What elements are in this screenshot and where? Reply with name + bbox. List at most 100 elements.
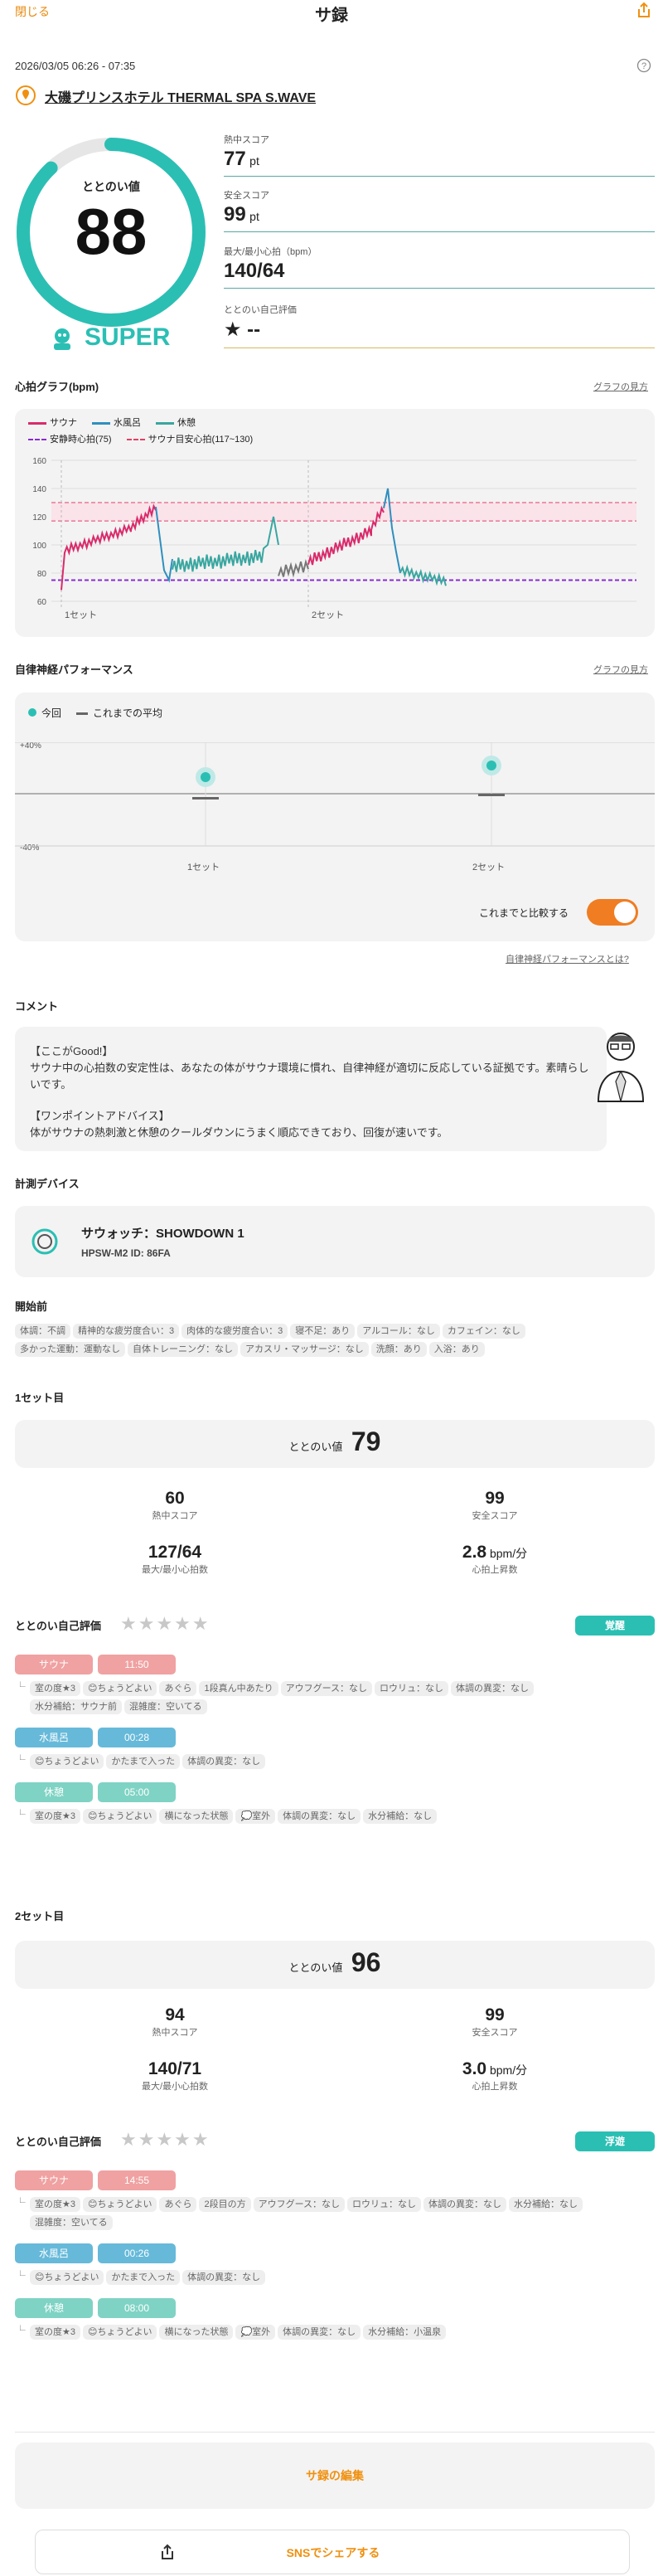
- phase-duration: 14:55: [98, 2170, 176, 2190]
- facility-link[interactable]: 大磯プリンスホテル THERMAL SPA S.WAVE: [45, 86, 316, 106]
- location-icon: [15, 85, 36, 110]
- sns-share-button[interactable]: SNSでシェアする: [35, 2530, 630, 2574]
- phase-tags: ∟ 室の度★3 😊ちょうどよい あぐら 1段真ん中あたり アウフグース：なし ロウリュ：なし…: [15, 1679, 612, 1716]
- stat-label: 心拍上昇数: [472, 1565, 518, 1575]
- set-label: 1セット: [65, 610, 97, 620]
- ans-now-point-2: [486, 761, 496, 770]
- set2-star-rating[interactable]: ★★★★★: [120, 2129, 211, 2151]
- set2-totonoi-value: 96: [351, 1947, 381, 1977]
- condition-tag: 精神的な疲労度合い：3: [73, 1324, 180, 1339]
- stat-unit: bpm/分: [486, 2063, 528, 2077]
- set1-star-rating[interactable]: ★★★★★: [120, 1613, 211, 1635]
- phase-tag: 水分補給：なし: [509, 2197, 583, 2212]
- stat-item: 60 熱中スコア: [15, 1489, 335, 1522]
- legend-sauna: サウナ: [28, 416, 77, 429]
- y-tick-label: 100: [32, 542, 46, 551]
- hr-graph-help-link[interactable]: グラフの見方: [593, 380, 648, 393]
- phase-tags: ∟ 室の度★3 😊ちょうどよい 横になった状態 💭室外 体調の異変：なし 水分補給：なし: [15, 1807, 612, 1825]
- phase-tags: ∟ 室の度★3 😊ちょうどよい あぐら 2段目の方 アウフグース：なし ロウリュ：なし 体調の…: [15, 2195, 612, 2232]
- help-icon[interactable]: ?: [636, 58, 651, 77]
- edit-card[interactable]: サ録の編集: [15, 2442, 655, 2509]
- phase-tag: 😊ちょうどよい: [82, 1681, 157, 1696]
- watch-icon: [30, 1227, 60, 1261]
- stat-value: 127/64: [148, 1543, 202, 1562]
- stat-label: 最大/最小心拍数: [141, 1565, 209, 1575]
- set1-eval-label: ととのい自己評価: [15, 1620, 101, 1632]
- ans-what-link[interactable]: 自律神経パフォーマンスとは?: [506, 952, 629, 965]
- set2-totonoi-label: ととのい値: [288, 1961, 343, 1974]
- phase-tag: 体調の異変：なし: [182, 2270, 266, 2285]
- phase-tag: 室の度★3: [30, 1681, 80, 1696]
- stat-item: 3.0 bpm/分 心拍上昇数: [335, 2059, 655, 2092]
- totonoi-value: 88: [75, 195, 148, 268]
- phase-name: 水風呂: [15, 2243, 93, 2263]
- condition-tag: 多かった運動：運動なし: [15, 1342, 125, 1357]
- phase-name: 水風呂: [15, 1728, 93, 1747]
- score-unit: pt: [249, 210, 259, 223]
- phase-duration: 11:50: [98, 1655, 176, 1674]
- score-item-self-eval: ととのい自己評価 ★ --: [224, 303, 297, 342]
- phase-name: 休憩: [15, 2298, 93, 2318]
- condition-tag: アルコール：なし: [357, 1324, 440, 1339]
- stat-item: 99 安全スコア: [335, 1489, 655, 1522]
- set2-phases: サウナ 14:55 ∟ 室の度★3 😊ちょうどよい あぐら 2段目の方 アウフグース：なし ロウ…: [15, 2170, 655, 2353]
- phase-tag: かたまで入った: [106, 1754, 181, 1769]
- phase-block: 休憩 08:00 ∟ 室の度★3 😊ちょうどよい 横になった状態 💭室外 体調の異変：なし 水分…: [15, 2298, 655, 2341]
- set1-badge: 覚醒: [575, 1616, 655, 1636]
- rank-icon: [48, 323, 76, 356]
- stat-item: 99 安全スコア: [335, 2005, 655, 2039]
- set1-phases: サウナ 11:50 ∟ 室の度★3 😊ちょうどよい あぐら 1段真ん中あたり アウフグース：な…: [15, 1655, 655, 1837]
- phase-tag: 2段目の方: [199, 2197, 251, 2212]
- branch-icon: ∟: [18, 2195, 27, 2205]
- compare-toggle[interactable]: [587, 899, 638, 926]
- phase-tag: あぐら: [159, 1681, 197, 1696]
- legend-avg: これまでの平均: [76, 706, 162, 720]
- comment-bubble: 【ここがGood!】 サウナ中の心拍数の安定性は、あなたの体がサウナ環境に慣れ、…: [15, 1027, 607, 1151]
- phase-tag: 体調の異変：なし: [451, 1681, 535, 1696]
- before-title: 開始前: [15, 1300, 48, 1313]
- y-tick-label: 80: [37, 570, 47, 579]
- stat-value: 99: [485, 1489, 505, 1508]
- divider: [224, 288, 655, 289]
- ans-avg-mark-1: [192, 797, 219, 800]
- stat-item: 140/71 最大/最小心拍数: [15, 2059, 335, 2092]
- compare-label: これまでと比較する: [479, 907, 569, 919]
- ans-help-link[interactable]: グラフの見方: [593, 663, 648, 676]
- phase-tag: 😊ちょうどよい: [30, 1754, 104, 1769]
- edit-button[interactable]: サ録の編集: [15, 2467, 655, 2484]
- stat-value: 140/71: [148, 2059, 202, 2078]
- good-body: サウナ中の心拍数の安定性は、あなたの体がサウナ環境に慣れ、自律神経が適切に反応し…: [30, 1062, 589, 1091]
- ans-card: 今回 これまでの平均 +40% -40% 1セット 2セット これまでと比較する: [15, 693, 655, 941]
- sns-share-label: SNSでシェアする: [286, 2546, 380, 2559]
- doctor-avatar-icon: [592, 1022, 650, 1109]
- legend-now: 今回: [28, 706, 61, 720]
- phase-tag: 💭室外: [235, 2325, 276, 2340]
- set-label: 2セット: [312, 610, 344, 620]
- score-label: 安全スコア: [224, 191, 269, 201]
- phase-tag: 💭室外: [235, 1809, 276, 1824]
- condition-tag: カフェイン：なし: [442, 1324, 525, 1339]
- phase-tag: 横になった状態: [159, 2325, 234, 2340]
- set2-totonoi-card: ととのい値 96: [15, 1941, 655, 1989]
- ans-chart-svg: [15, 742, 655, 847]
- score-item-focus: 熱中スコア 77 pt: [224, 133, 269, 171]
- set1-stats: 60 熱中スコア 99 安全スコア 127/64 最大/最小心拍数 2.8 bpm/分 心拍上…: [15, 1489, 655, 1597]
- phase-block: 休憩 05:00 ∟ 室の度★3 😊ちょうどよい 横になった状態 💭室外 体調の異変：なし 水分…: [15, 1782, 655, 1825]
- condition-tag: 入浴：あり: [428, 1342, 485, 1357]
- ans-avg-mark-2: [478, 794, 505, 796]
- rest-series-1: [172, 516, 279, 572]
- ans-title: 自律神経パフォーマンス: [15, 663, 133, 676]
- set1-totonoi-card: ととのい値 79: [15, 1420, 655, 1468]
- branch-icon: ∟: [18, 1679, 27, 1689]
- ans-now-point-1: [201, 772, 211, 782]
- set2-title: 2セット目: [15, 1910, 65, 1922]
- share-icon[interactable]: [636, 2, 651, 22]
- advice-heading: 【ワンポイントアドバイス】: [30, 1110, 170, 1122]
- stat-value: 99: [485, 2005, 505, 2024]
- phase-tag: 体調の異変：なし: [182, 1754, 266, 1769]
- phase-tag: 😊ちょうどよい: [82, 2325, 157, 2340]
- condition-tag: アカスリ・マッサージ：なし: [240, 1342, 369, 1357]
- phase-name: サウナ: [15, 2170, 93, 2190]
- device-id: HPSW-M2 ID: 86FA: [81, 1247, 171, 1259]
- phase-tag: 室の度★3: [30, 2325, 80, 2340]
